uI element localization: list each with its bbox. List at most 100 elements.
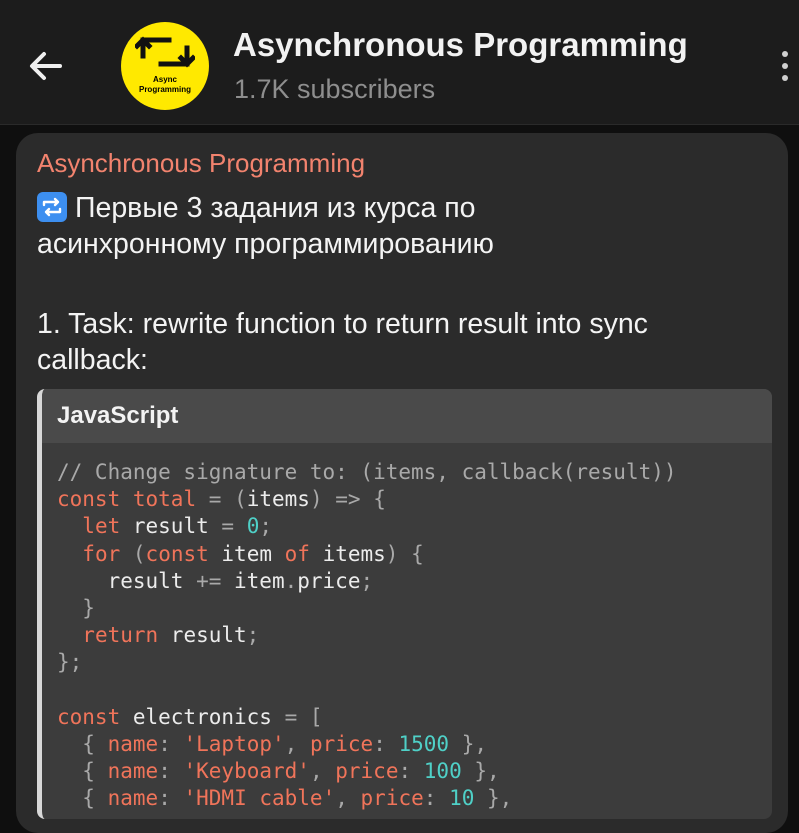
code-token-punc: :: [158, 786, 171, 811]
code-token-kw: price: [360, 786, 424, 811]
code-token-punc: };: [57, 650, 83, 675]
code-token-plain: result: [120, 514, 222, 539]
arrow-left-icon: [30, 52, 62, 80]
avatar-logo-text: Async Programming: [121, 75, 209, 95]
code-token-punc: :: [423, 786, 437, 811]
code-token-punc: },: [487, 786, 513, 811]
code-token-kw: const: [145, 541, 209, 566]
code-token-plain: item: [221, 568, 285, 593]
code-token-num: 1500: [398, 731, 450, 756]
message-text-line1: Первые 3 задания из курса по: [75, 192, 476, 224]
code-token-plain: result: [158, 623, 247, 648]
code-block[interactable]: JavaScript // Change signature to: (item…: [37, 389, 772, 819]
back-button[interactable]: [24, 44, 68, 88]
code-token-punc: .: [284, 568, 298, 593]
code-token-kw: price: [335, 759, 399, 784]
channel-avatar[interactable]: Async Programming: [121, 22, 209, 110]
code-token-punc: :: [158, 731, 171, 756]
code-line: { name: 'Keyboard', price: 100 },: [57, 758, 677, 785]
code-token-kw: name: [107, 786, 159, 811]
code-token-punc: },: [461, 731, 488, 756]
code-token-punc: [: [309, 704, 323, 729]
code-token-punc: =: [208, 487, 222, 512]
code-line: for (const item of items) {: [57, 541, 677, 568]
code-token-punc: ,: [309, 759, 323, 784]
code-line: result += item.price;: [57, 568, 677, 595]
code-token-punc: },: [474, 759, 500, 784]
vertical-dots-icon: [782, 51, 788, 57]
avatar-line1: Async: [152, 75, 177, 84]
code-line: }: [57, 595, 677, 622]
task-text: 1. Task: rewrite function to return resu…: [37, 306, 777, 378]
code-line: // Change signature to: (items, callback…: [57, 459, 677, 486]
code-token-kw: total: [132, 487, 197, 512]
code-language-header: JavaScript: [42, 389, 772, 443]
code-token-comment: // Change signature to: (items, callback…: [57, 460, 677, 484]
code-token-plain: electronics: [120, 704, 285, 729]
code-line: { name: 'HDMI cable', price: 10 },: [57, 785, 677, 812]
code-token-punc: :: [158, 759, 171, 784]
code-token-kw: let: [82, 514, 121, 539]
code-token-punc: {: [82, 731, 95, 756]
code-token-punc: ,: [335, 786, 348, 811]
code-token-kw: name: [107, 731, 159, 756]
vertical-dots-icon: [782, 75, 788, 81]
message-sender[interactable]: Asynchronous Programming: [37, 148, 365, 179]
code-token-kw: for: [82, 541, 121, 566]
code-token-num: 10: [449, 786, 475, 811]
code-token-punc: +=: [196, 568, 222, 593]
task-line-2: callback:: [37, 344, 148, 376]
code-token-str: 'HDMI cable': [183, 786, 336, 811]
code-token-punc: :: [373, 731, 386, 756]
code-token-plain: price: [297, 568, 361, 593]
message-line-1: Первые 3 задания из курса по: [37, 190, 777, 226]
code-token-punc: :: [398, 759, 412, 784]
code-line: };: [57, 649, 677, 676]
code-line: return result;: [57, 622, 677, 649]
code-token-kw: const: [57, 487, 121, 512]
code-content[interactable]: // Change signature to: (items, callback…: [57, 459, 677, 812]
code-token-punc: {: [373, 487, 386, 512]
channel-header: Async Programming Asynchronous Programmi…: [0, 0, 799, 125]
more-options-button[interactable]: [772, 44, 798, 88]
channel-title[interactable]: Asynchronous Programming: [233, 26, 688, 64]
avatar-line2: Programming: [138, 85, 191, 94]
code-token-punc: =: [221, 514, 235, 539]
code-token-plain: items: [246, 487, 310, 512]
code-token-punc: (: [132, 541, 146, 566]
code-token-punc: ): [385, 541, 399, 566]
code-line: const total = (items) => {: [57, 486, 677, 513]
code-token-plain: item: [208, 541, 285, 566]
code-token-punc: ;: [259, 514, 273, 539]
code-token-punc: {: [82, 786, 95, 811]
code-token-str: 'Keyboard': [183, 759, 310, 784]
code-token-punc: (: [234, 487, 247, 512]
message-text: Первые 3 задания из курса по асинхронном…: [37, 190, 777, 262]
code-token-num: 100: [423, 759, 462, 784]
task-line-1: 1. Task: rewrite function to return resu…: [37, 308, 648, 340]
